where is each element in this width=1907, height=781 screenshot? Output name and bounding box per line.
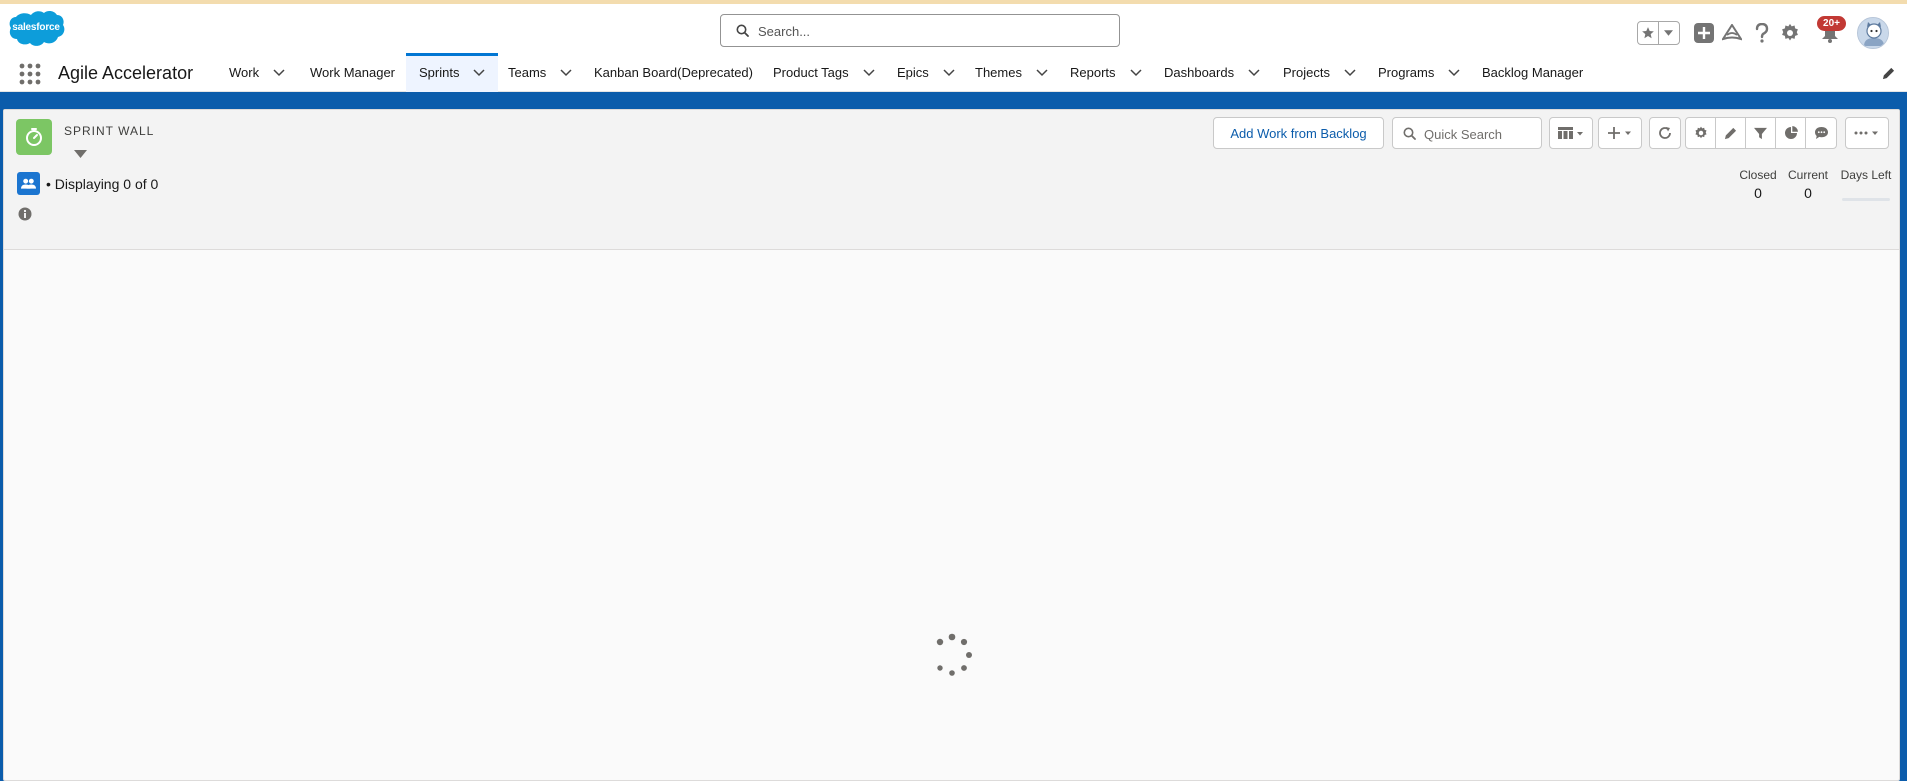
closed-label: Closed: [1739, 168, 1777, 182]
main-content-area: SPRINT WALL • Displaying 0 of 0 Add Work…: [0, 104, 1907, 781]
days-left-progress-bar: [1842, 198, 1890, 201]
chevron-down-icon[interactable]: [1036, 68, 1048, 77]
toolbar-button-group: [1685, 117, 1837, 149]
favorites-button-group[interactable]: [1637, 21, 1680, 45]
chevron-down-icon[interactable]: [1344, 68, 1356, 77]
tab-label: Teams: [508, 65, 547, 80]
refresh-button[interactable]: [1649, 117, 1681, 149]
tab-label: Sprints: [419, 65, 460, 80]
favorites-dropdown-icon[interactable]: [1659, 22, 1680, 44]
tab-epics[interactable]: Epics: [897, 53, 955, 92]
tab-work[interactable]: Work: [229, 53, 285, 92]
days-left-stat: Days Left: [1838, 168, 1894, 182]
tab-label: Themes: [975, 65, 1022, 80]
tab-teams[interactable]: Teams: [508, 53, 572, 92]
sprint-wall-header: SPRINT WALL • Displaying 0 of 0 Add Work…: [4, 110, 1899, 250]
setup-gear-icon[interactable]: [1779, 22, 1801, 44]
tab-label: Kanban Board(Deprecated): [594, 65, 753, 80]
chevron-down-icon[interactable]: [273, 68, 285, 77]
trailhead-icon[interactable]: [1721, 22, 1743, 44]
tab-label: Reports: [1070, 65, 1116, 80]
tab-label: Work Manager: [310, 65, 396, 80]
days-left-label: Days Left: [1840, 168, 1892, 182]
user-avatar[interactable]: [1857, 17, 1889, 49]
tab-label: Projects: [1283, 65, 1330, 80]
favorites-star-icon[interactable]: [1638, 22, 1659, 44]
chart-pie-icon[interactable]: [1776, 118, 1806, 148]
current-value: 0: [1804, 185, 1812, 201]
app-launcher-icon[interactable]: [19, 63, 41, 85]
quick-search[interactable]: [1392, 117, 1542, 149]
tab-themes[interactable]: Themes: [975, 53, 1048, 92]
notification-count-badge: 20+: [1817, 16, 1846, 31]
page-header-band: [0, 92, 1907, 104]
chevron-down-icon[interactable]: [473, 68, 485, 77]
tab-dashboards[interactable]: Dashboards: [1164, 53, 1260, 92]
tab-product-tags[interactable]: Product Tags: [773, 53, 875, 92]
tab-projects[interactable]: Projects: [1283, 53, 1356, 92]
columns-icon: [1558, 127, 1583, 139]
new-item-button[interactable]: [1598, 117, 1642, 149]
more-dots-icon: [1854, 131, 1878, 135]
edit-pencil-icon[interactable]: [1716, 118, 1746, 148]
column-view-button[interactable]: [1549, 117, 1593, 149]
sprint-wall-panel: SPRINT WALL • Displaying 0 of 0 Add Work…: [3, 109, 1900, 781]
refresh-icon: [1659, 127, 1671, 139]
more-actions-button[interactable]: [1845, 117, 1889, 149]
add-icon: [1608, 127, 1631, 139]
tab-programs[interactable]: Programs: [1378, 53, 1460, 92]
chat-feed-icon[interactable]: [1806, 118, 1836, 148]
chevron-down-icon[interactable]: [560, 68, 572, 77]
team-icon: [17, 172, 40, 195]
tab-sprints[interactable]: Sprints: [406, 53, 498, 92]
tab-kanban-board[interactable]: Kanban Board(Deprecated): [594, 53, 753, 92]
tab-reports[interactable]: Reports: [1070, 53, 1142, 92]
chevron-down-icon[interactable]: [863, 68, 875, 77]
closed-value: 0: [1754, 185, 1762, 201]
app-name: Agile Accelerator: [58, 63, 194, 83]
global-header: salesforce 2: [0, 4, 1907, 53]
loading-spinner: [928, 631, 976, 679]
app-navigation-bar: Agile Accelerator Work Work Manager Spri…: [0, 53, 1907, 92]
help-icon[interactable]: [1751, 22, 1773, 44]
sprint-selector-dropdown-icon[interactable]: [74, 145, 87, 163]
search-icon: [1403, 127, 1416, 140]
tab-label: Epics: [897, 65, 929, 80]
tab-label: Programs: [1378, 65, 1435, 80]
tab-label: Work: [229, 65, 260, 80]
quick-search-input[interactable]: [1424, 124, 1534, 144]
info-icon[interactable]: [18, 207, 32, 226]
filter-icon[interactable]: [1746, 118, 1776, 148]
tab-label: Backlog Manager: [1482, 65, 1584, 80]
tab-label: Product Tags: [773, 65, 849, 80]
chevron-down-icon[interactable]: [1248, 68, 1260, 77]
tab-backlog-manager[interactable]: Backlog Manager: [1482, 53, 1583, 92]
chevron-down-icon[interactable]: [1448, 68, 1460, 77]
chevron-down-icon[interactable]: [1130, 68, 1142, 77]
sprint-stopwatch-icon: [16, 119, 52, 155]
current-stat: Current 0: [1786, 168, 1830, 201]
global-actions-add-icon[interactable]: [1693, 22, 1715, 44]
current-label: Current: [1787, 168, 1828, 182]
tab-work-manager[interactable]: Work Manager: [310, 53, 395, 92]
closed-stat: Closed 0: [1737, 168, 1779, 201]
add-work-from-backlog-button[interactable]: Add Work from Backlog: [1213, 117, 1384, 149]
displaying-count: • Displaying 0 of 0: [46, 176, 159, 192]
tab-label: Dashboards: [1164, 65, 1235, 80]
object-type-label: SPRINT WALL: [64, 124, 155, 138]
settings-gear-icon[interactable]: [1686, 118, 1716, 148]
chevron-down-icon[interactable]: [943, 68, 955, 77]
edit-nav-pencil-icon[interactable]: [1882, 67, 1895, 85]
